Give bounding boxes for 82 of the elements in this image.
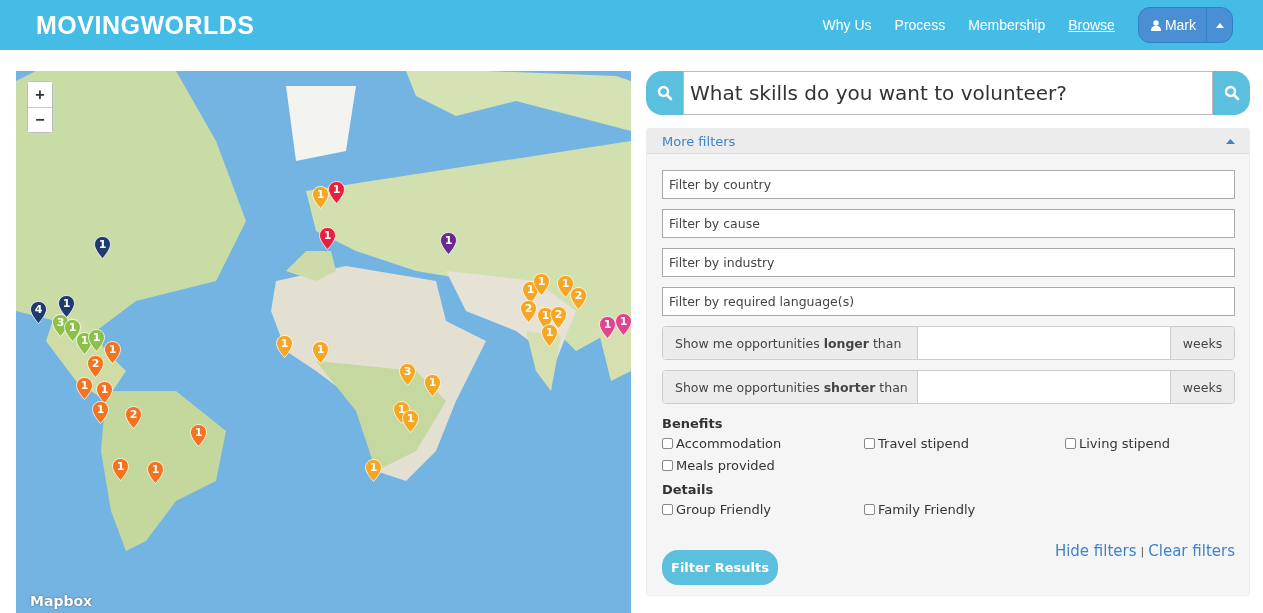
- user-icon: [1150, 19, 1161, 31]
- checkbox[interactable]: [864, 504, 875, 515]
- clear-filters-link[interactable]: Clear filters: [1148, 542, 1235, 560]
- checkbox-option[interactable]: Meals provided: [662, 458, 864, 473]
- nav-link[interactable]: Why Us: [822, 17, 872, 33]
- map-marker[interactable]: 1: [615, 313, 631, 336]
- filter-field[interactable]: Filter by cause: [662, 209, 1235, 238]
- map-marker[interactable]: 1: [599, 316, 616, 339]
- map-marker[interactable]: 2: [87, 355, 104, 378]
- checkbox[interactable]: [864, 438, 875, 449]
- filter-field[interactable]: Filter by required language(s): [662, 287, 1235, 316]
- map-marker[interactable]: 1: [533, 273, 550, 296]
- map-marker[interactable]: 1: [424, 374, 441, 397]
- map-marker[interactable]: 1: [312, 341, 329, 364]
- map-marker[interactable]: 3: [399, 363, 416, 386]
- duration-label: Show me opportunities longer than: [663, 327, 918, 359]
- map-marker[interactable]: 1: [276, 335, 293, 358]
- map-marker[interactable]: 1: [557, 275, 574, 298]
- map-marker[interactable]: 1: [88, 329, 105, 352]
- duration-field[interactable]: Show me opportunities longer than weeks: [662, 326, 1235, 360]
- map-marker[interactable]: 2: [570, 287, 587, 310]
- map-marker[interactable]: 1: [328, 181, 345, 204]
- nav-link[interactable]: Membership: [968, 17, 1046, 33]
- separator: |: [1140, 544, 1145, 558]
- hide-filters-link[interactable]: Hide filters: [1054, 542, 1137, 560]
- search-button[interactable]: [1213, 71, 1250, 115]
- map-marker[interactable]: 1: [58, 295, 75, 318]
- search-field[interactable]: What skills do you want to volunteer?: [683, 71, 1213, 115]
- user-button[interactable]: Mark: [1138, 8, 1206, 42]
- nav-link[interactable]: Browse: [1068, 17, 1115, 33]
- map-marker[interactable]: 4: [30, 301, 47, 324]
- map-marker[interactable]: 1: [312, 186, 329, 209]
- map-attribution: Mapbox: [30, 593, 93, 609]
- checkbox[interactable]: [662, 438, 673, 449]
- option-label: Group Friendly: [676, 502, 771, 517]
- checkbox-option[interactable]: Family Friendly: [864, 502, 1065, 517]
- map-marker[interactable]: 1: [147, 461, 164, 484]
- map-marker[interactable]: 1: [541, 324, 558, 347]
- option-label: Accommodation: [676, 436, 782, 451]
- caret-icon: [1215, 22, 1224, 28]
- map-marker[interactable]: 1: [365, 459, 382, 482]
- map-marker[interactable]: 1: [76, 377, 93, 400]
- search-button[interactable]: [646, 71, 683, 115]
- checkbox-option[interactable]: Accommodation: [662, 436, 864, 451]
- map-marker[interactable]: 2: [520, 300, 537, 323]
- option-label: Living stipend: [1079, 436, 1170, 451]
- map-marker[interactable]: 1: [94, 236, 111, 259]
- checkbox[interactable]: [662, 460, 673, 471]
- search-icon: [1223, 85, 1240, 101]
- unit-label: weeks: [1170, 371, 1234, 403]
- checkbox-option[interactable]: Living stipend: [1065, 436, 1235, 451]
- group-title: Benefits: [662, 416, 724, 431]
- checkbox-option[interactable]: Travel stipend: [864, 436, 1065, 451]
- filter-field[interactable]: Filter by industry: [662, 248, 1235, 277]
- map-marker[interactable]: 1: [112, 458, 129, 481]
- option-label: Meals provided: [676, 458, 775, 473]
- map-marker[interactable]: 1: [104, 341, 121, 364]
- checkbox[interactable]: [1065, 438, 1076, 449]
- filter-results-button[interactable]: Filter Results: [662, 550, 778, 585]
- map-marker[interactable]: 1: [319, 227, 336, 250]
- map-marker[interactable]: 1: [190, 424, 207, 447]
- map[interactable]: 1 4 1 3 1 1 1 1 2 1 1 1 2 1 1 1 1 1 1 1 1 1 3 1 1 1 1 1 1 1 2 2 1 2 1 1 1 + − Mapbox: [16, 71, 631, 613]
- zoom-out-button[interactable]: −: [28, 107, 52, 132]
- option-label: Family Friendly: [878, 502, 976, 517]
- map-marker[interactable]: 1: [64, 319, 81, 342]
- duration-label: Show me opportunities shorter than: [663, 371, 918, 403]
- duration-field[interactable]: Show me opportunities shorter than weeks: [662, 370, 1235, 404]
- option-label: Travel stipend: [878, 436, 969, 451]
- search-icon: [656, 85, 673, 101]
- logo[interactable]: MOVINGWORLDS: [36, 10, 255, 40]
- more-filters-toggle[interactable]: More filters: [662, 133, 736, 149]
- group-title: Details: [662, 482, 715, 497]
- map-marker[interactable]: 2: [125, 406, 142, 429]
- map-marker[interactable]: 1: [92, 401, 109, 424]
- nav-link[interactable]: Process: [894, 17, 946, 33]
- unit-label: weeks: [1170, 327, 1234, 359]
- caret-icon[interactable]: [1226, 138, 1235, 144]
- checkbox-option[interactable]: Group Friendly: [662, 502, 864, 517]
- map-marker[interactable]: 1: [96, 381, 113, 404]
- checkbox[interactable]: [662, 504, 673, 515]
- filter-field[interactable]: Filter by country: [662, 170, 1235, 199]
- map-marker[interactable]: 1: [440, 232, 457, 255]
